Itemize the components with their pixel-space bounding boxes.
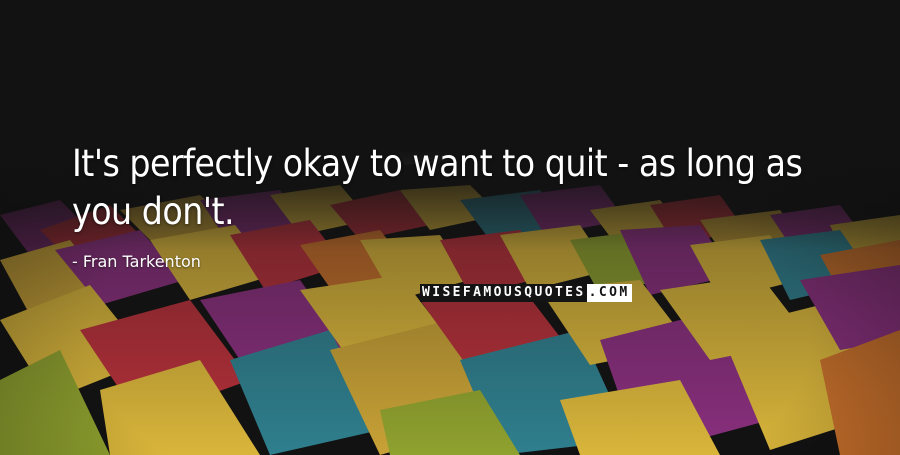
watermark-site-name: WISEFAMOUSQUOTES <box>420 284 587 302</box>
watermark: WISEFAMOUSQUOTES .COM <box>420 284 632 302</box>
quote-author: - Fran Tarkenton <box>72 252 201 271</box>
quote-text: It's perfectly okay to want to quit - as… <box>72 142 803 233</box>
watermark-domain: .COM <box>586 284 632 302</box>
quote-image: It's perfectly okay to want to quit - as… <box>0 0 900 455</box>
